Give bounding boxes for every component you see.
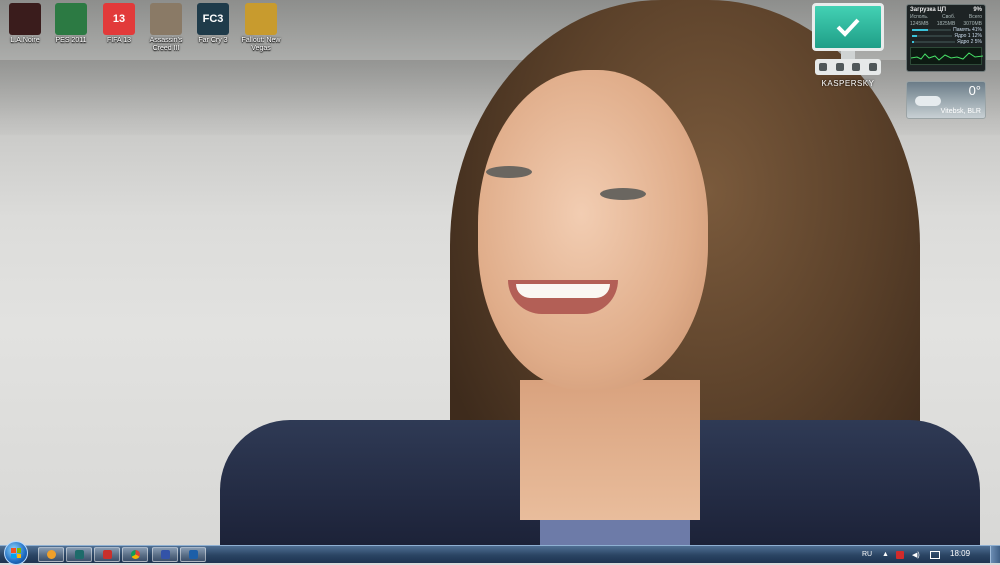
language-indicator[interactable]: RU (862, 546, 872, 563)
show-desktop-button[interactable] (990, 546, 1000, 563)
far-cry-3-icon: FC3 (197, 3, 229, 35)
show-hidden-icons[interactable]: ▲ (882, 546, 889, 563)
desktop-icon-label: Assassin's Creed III (149, 37, 183, 52)
start-button[interactable] (4, 541, 28, 565)
fifa-13-icon: 13 (103, 3, 135, 35)
memory-fill (912, 29, 929, 31)
tray-volume[interactable]: ◀) (912, 546, 920, 563)
chevron-up-icon: ▲ (882, 551, 889, 558)
desktop-icon-label: Fallout: New Vegas (241, 37, 281, 52)
aimp-icon (46, 550, 56, 559)
taskbar-app6[interactable] (180, 547, 206, 562)
wallpaper-left-eye (486, 166, 532, 178)
tray-kaspersky[interactable] (896, 546, 904, 563)
speaker-icon: ◀) (912, 551, 920, 559)
chrome-icon (130, 550, 140, 559)
floppy-icon (160, 550, 170, 559)
windows-logo-icon (11, 548, 21, 558)
kaspersky-stand (841, 51, 855, 59)
taskbar-app3[interactable] (94, 547, 120, 562)
desktop-icon-fifa-13[interactable]: 13 FIFA 13 (94, 3, 144, 45)
report-icon[interactable] (852, 63, 861, 71)
cpu-meter-gadget[interactable]: Загрузка ЦП 9% Исполь. Своб. Всего 1245M… (906, 4, 986, 72)
pes-2011-icon (55, 3, 87, 35)
desktop-icon-label: PES 2011 (55, 37, 87, 44)
checkmark-icon (836, 18, 860, 37)
cloud-icon (915, 96, 941, 106)
desktop-icon-far-cry-3[interactable]: FC3 Far Cry 3 (188, 3, 238, 45)
kaspersky-toolbar (815, 59, 881, 75)
cpu-graph-line (910, 52, 984, 61)
scan-icon[interactable] (835, 63, 844, 71)
desktop-icon-label: FIFA 13 (106, 37, 132, 44)
cpu-col-total: Всего (968, 14, 982, 20)
desktop-icon-assassins-creed-3[interactable]: Assassin's Creed III (141, 3, 191, 53)
update-icon[interactable] (819, 63, 828, 71)
core2-fill (912, 41, 915, 43)
wallpaper-neck (520, 380, 700, 520)
la-noire-icon (9, 3, 41, 35)
cpu-history-graph (910, 47, 984, 65)
clock[interactable]: 18:09 (950, 549, 970, 558)
app-icon (102, 550, 112, 559)
kaspersky-tray-icon (896, 550, 904, 559)
taskbar-aimp[interactable] (38, 547, 64, 562)
weather-city: Vitebsk, BLR (940, 108, 981, 115)
desktop-icon-fallout-new-vegas[interactable]: Fallout: New Vegas (236, 3, 286, 53)
assassins-creed-3-icon (150, 3, 182, 35)
kaspersky-monitor (812, 3, 884, 51)
core2-label: Ядро 2 (957, 39, 974, 45)
cpu-col-used: Исполь. (910, 14, 929, 20)
wallpaper-face (478, 70, 708, 390)
weather-gadget[interactable]: 0° Vitebsk, BLR (906, 81, 986, 119)
wallpaper-right-eye (600, 188, 646, 200)
desktop-icon-la-noire[interactable]: L.A.Noire (0, 3, 50, 45)
fallout-new-vegas-icon (245, 3, 277, 35)
cpu-total: 9% (973, 7, 982, 13)
cpu-row-core2: Ядро 2 5% (910, 39, 982, 45)
tray-network[interactable] (930, 546, 940, 563)
cpu-val-used: 1245MB (910, 21, 929, 27)
taskbar-audition[interactable] (66, 547, 92, 562)
wallpaper-teeth (516, 284, 610, 298)
desktop-icon-label: Far Cry 3 (198, 37, 228, 44)
taskbar: RU ▲ ◀) 18:09 (0, 541, 1000, 565)
adobe-audition-icon (74, 550, 84, 559)
network-icon (930, 550, 940, 559)
kaspersky-brand: KASPERSKY (821, 79, 875, 88)
media-icon (188, 550, 198, 559)
desktop-icon-label: L.A.Noire (10, 37, 40, 44)
core1-fill (912, 35, 917, 37)
cpu-col-free: Своб. (942, 14, 956, 20)
taskbar-chrome[interactable] (122, 547, 148, 562)
desktop-icon-pes-2011[interactable]: PES 2011 (46, 3, 96, 45)
core2-value: 5% (974, 39, 982, 45)
kaspersky-gadget[interactable]: KASPERSKY (810, 3, 886, 107)
taskbar-save[interactable] (152, 547, 178, 562)
settings-icon[interactable] (868, 63, 877, 71)
weather-temperature: 0° (968, 83, 981, 98)
language-label: RU (862, 551, 873, 558)
cpu-title: Загрузка ЦП (910, 7, 947, 13)
